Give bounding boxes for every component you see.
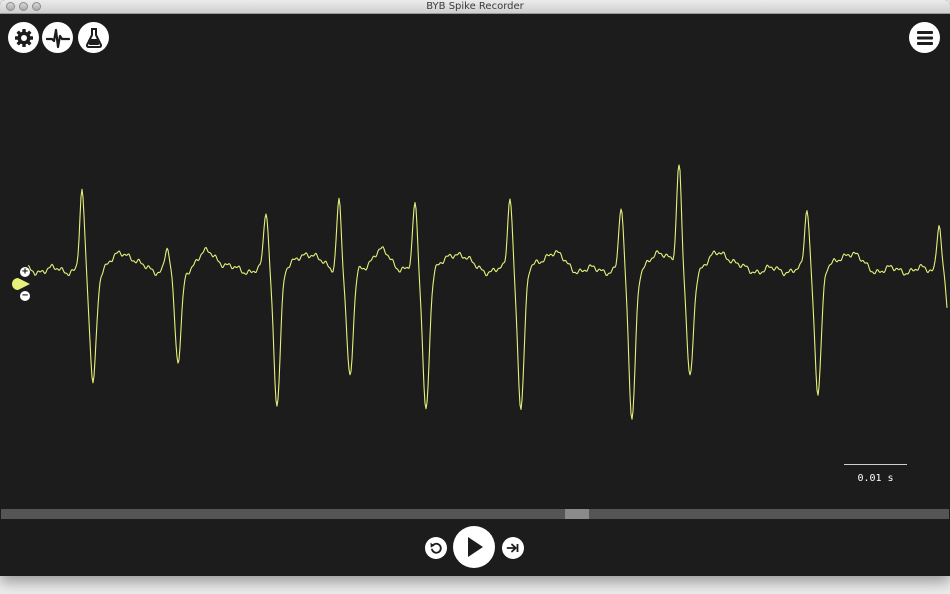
playback-controls bbox=[1, 524, 949, 570]
window-title: BYB Spike Recorder bbox=[426, 1, 524, 12]
rewind-button[interactable] bbox=[425, 537, 447, 559]
rewind-icon bbox=[430, 542, 442, 554]
app-window: BYB Spike Recorder + − 0.01 s bbox=[0, 0, 950, 576]
play-button[interactable] bbox=[453, 526, 495, 568]
timeline-scroll-thumb[interactable] bbox=[565, 509, 589, 519]
title-bar: BYB Spike Recorder bbox=[0, 0, 950, 14]
time-scale-bar bbox=[844, 464, 907, 465]
gain-increase-button[interactable]: + bbox=[20, 267, 30, 277]
play-icon bbox=[468, 537, 483, 557]
time-scale-label: 0.01 s bbox=[857, 473, 894, 484]
channel-gain-control[interactable]: + − bbox=[11, 267, 41, 301]
signal-waveform bbox=[27, 164, 948, 420]
skip-to-end-button[interactable] bbox=[502, 537, 524, 559]
timeline-scrollbar[interactable] bbox=[1, 509, 949, 519]
recorder-view: + − 0.01 s bbox=[1, 15, 949, 576]
signal-trace bbox=[27, 164, 948, 420]
skip-to-end-icon bbox=[506, 543, 519, 553]
gain-decrease-button[interactable]: − bbox=[20, 291, 30, 301]
channel-handle-icon[interactable] bbox=[11, 277, 31, 291]
